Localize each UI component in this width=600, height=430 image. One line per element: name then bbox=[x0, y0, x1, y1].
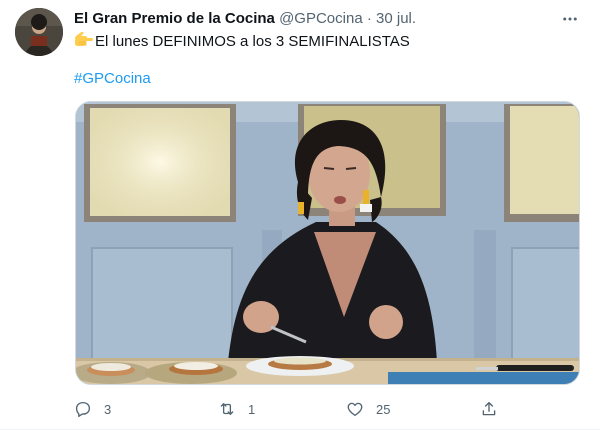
like-count: 25 bbox=[376, 401, 391, 417]
reply-button[interactable]: 3 bbox=[74, 397, 111, 421]
share-button[interactable] bbox=[480, 397, 498, 421]
tweet-actions: 3 1 25 bbox=[74, 397, 514, 421]
tweet-text: El lunes DEFINIMOS a los 3 SEMIFINALISTA… bbox=[74, 30, 410, 52]
like-button[interactable]: 25 bbox=[346, 397, 390, 421]
tweet-body: El lunes DEFINIMOS a los 3 SEMIFINALISTA… bbox=[95, 33, 410, 50]
author-name[interactable]: El Gran Premio de la Cocina bbox=[74, 10, 275, 27]
tweet-header: El Gran Premio de la Cocina @GPCocina · … bbox=[74, 9, 582, 29]
retweet-button[interactable]: 1 bbox=[218, 397, 255, 421]
tweet-video[interactable] bbox=[75, 101, 580, 385]
reply-count: 3 bbox=[104, 401, 112, 417]
retweet-icon bbox=[220, 403, 234, 415]
retweet-count: 1 bbox=[248, 401, 256, 417]
avatar[interactable] bbox=[15, 8, 63, 56]
more-icon[interactable] bbox=[558, 7, 582, 31]
tweet-date[interactable]: 30 jul. bbox=[376, 10, 416, 27]
pointing-right-hand-icon bbox=[74, 30, 94, 50]
share-icon bbox=[482, 401, 496, 416]
tweet[interactable]: El Gran Premio de la Cocina @GPCocina · … bbox=[0, 0, 600, 430]
reply-icon bbox=[75, 401, 91, 418]
author-handle[interactable]: @GPCocina bbox=[279, 10, 363, 27]
hashtag-link[interactable]: #GPCocina bbox=[74, 69, 151, 89]
heart-icon bbox=[347, 402, 363, 417]
separator-dot: · bbox=[366, 10, 372, 27]
